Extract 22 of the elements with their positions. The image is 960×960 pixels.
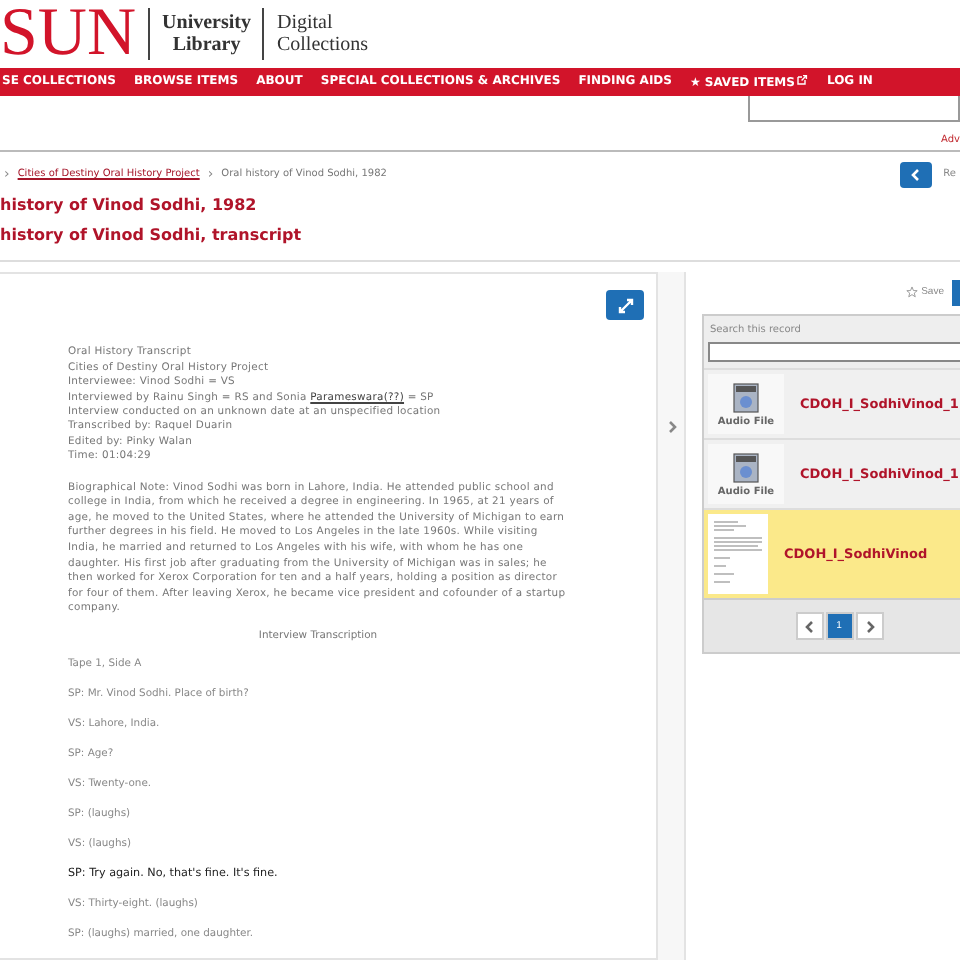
item-title: history of Vinod Sodhi, transcript (0, 225, 304, 248)
next-page-button[interactable] (855, 612, 883, 641)
chevron-right-icon (665, 420, 677, 435)
document-thumbnail (708, 514, 768, 595)
audio-file-icon (732, 381, 760, 414)
logo[interactable]: SUN (0, 0, 137, 68)
item-title: history of Vinod Sodhi, 1982 (0, 196, 259, 219)
expand-icon (617, 297, 633, 314)
chevron-left-icon (803, 619, 815, 634)
library-wordmark: University Library (162, 12, 251, 56)
back-button[interactable] (899, 161, 932, 188)
external-link-icon (796, 73, 809, 86)
record-search-field[interactable] (708, 342, 960, 363)
collections-wordmark: Digital Collections (276, 12, 369, 56)
chevron-left-icon (909, 167, 922, 182)
search-field[interactable] (748, 95, 960, 122)
previous-page-button[interactable] (795, 612, 823, 641)
chevron-right-icon (863, 619, 875, 634)
expand-button[interactable] (606, 290, 644, 321)
panel-toggle[interactable] (658, 272, 686, 960)
audio-file-icon (732, 451, 760, 484)
star-icon (905, 286, 918, 299)
